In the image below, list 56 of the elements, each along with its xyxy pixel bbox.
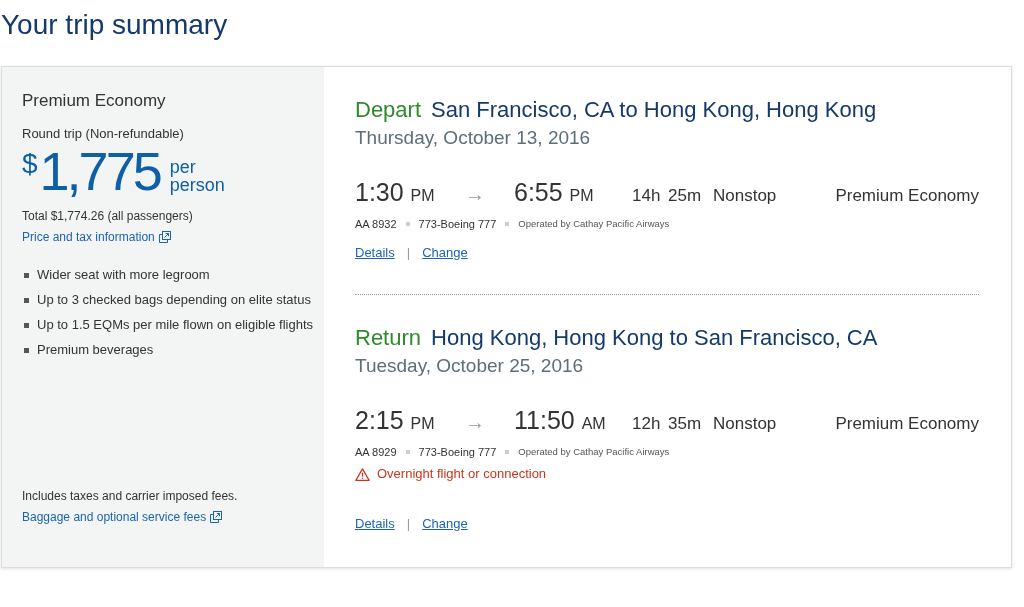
operator-text: Operated by Cathay Pacific Airways bbox=[518, 445, 670, 459]
flight-date: Thursday, October 13, 2016 bbox=[355, 126, 592, 150]
aircraft-text: 773-Boeing 777 bbox=[418, 445, 497, 459]
warning-icon bbox=[355, 467, 370, 481]
total-price-text: Total $1,774.26 (all passengers) bbox=[22, 208, 194, 224]
link-separator: | bbox=[406, 515, 411, 533]
arrow-icon: → bbox=[465, 179, 514, 209]
link-separator: | bbox=[406, 244, 411, 262]
cabin-class-text: Premium Economy bbox=[835, 413, 979, 435]
flight-duration: 14h 25m bbox=[632, 185, 703, 207]
price-unit: per person bbox=[169, 158, 226, 194]
operator-text: Operated by Cathay Pacific Airways bbox=[518, 217, 670, 231]
bullet-icon bbox=[24, 273, 29, 278]
baggage-fees-link[interactable]: Baggage and optional service fees bbox=[22, 509, 223, 525]
bullet-icon bbox=[24, 348, 29, 353]
arrival-time: 6:55 PM bbox=[514, 177, 595, 208]
page-title: Your trip summary bbox=[0, 8, 229, 42]
aircraft-text: 773-Boeing 777 bbox=[418, 217, 497, 231]
cabin-class-label: Premium Economy bbox=[22, 90, 167, 112]
direction-label: Depart bbox=[355, 97, 422, 122]
flight-date: Tuesday, October 25, 2016 bbox=[355, 354, 585, 378]
details-link[interactable]: Details bbox=[355, 515, 395, 533]
separator-icon bbox=[405, 222, 410, 226]
departure-time: 1:30 PM bbox=[355, 177, 436, 208]
flight-number: AA 8932 bbox=[355, 217, 397, 231]
price-amount: 1,775 bbox=[39, 144, 160, 198]
trip-type-label: Round trip (Non-refundable) bbox=[22, 125, 185, 143]
feature-text: Wider seat with more legroom bbox=[37, 266, 211, 284]
currency-symbol: $ bbox=[22, 150, 38, 178]
details-link[interactable]: Details bbox=[355, 244, 395, 262]
arrow-icon: → bbox=[465, 407, 514, 437]
fees-note: Includes taxes and carrier imposed fees. bbox=[22, 488, 239, 504]
route-text: Hong Kong, Hong Kong to San Francisco, CA bbox=[431, 325, 878, 350]
change-link[interactable]: Change bbox=[422, 244, 468, 262]
separator-icon bbox=[505, 222, 510, 226]
external-link-icon bbox=[210, 511, 223, 523]
feature-text: Up to 3 checked bags depending on elite status bbox=[37, 291, 312, 309]
flight-duration: 12h 35m bbox=[632, 413, 703, 435]
arrival-time: 11:50 AM bbox=[514, 405, 607, 436]
stops-text: Nonstop bbox=[713, 185, 777, 207]
warning-text: Overnight flight or connection bbox=[377, 465, 547, 483]
feature-text: Up to 1.5 EQMs per mile flown on eligible flights bbox=[37, 316, 314, 334]
price-tax-link[interactable]: Price and tax information bbox=[22, 229, 171, 245]
stops-text: Nonstop bbox=[713, 413, 777, 435]
bullet-icon bbox=[24, 298, 29, 303]
cabin-class-text: Premium Economy bbox=[835, 185, 979, 207]
change-link[interactable]: Change bbox=[422, 515, 468, 533]
flight-number: AA 8929 bbox=[355, 445, 397, 459]
departure-time: 2:15 PM bbox=[355, 405, 436, 436]
feature-text: Premium beverages bbox=[37, 341, 155, 359]
separator-icon bbox=[405, 450, 410, 454]
direction-label: Return bbox=[355, 325, 422, 350]
bullet-icon bbox=[24, 323, 29, 328]
external-link-icon bbox=[158, 231, 171, 243]
separator-icon bbox=[505, 450, 510, 454]
route-text: San Francisco, CA to Hong Kong, Hong Kong bbox=[431, 97, 877, 122]
